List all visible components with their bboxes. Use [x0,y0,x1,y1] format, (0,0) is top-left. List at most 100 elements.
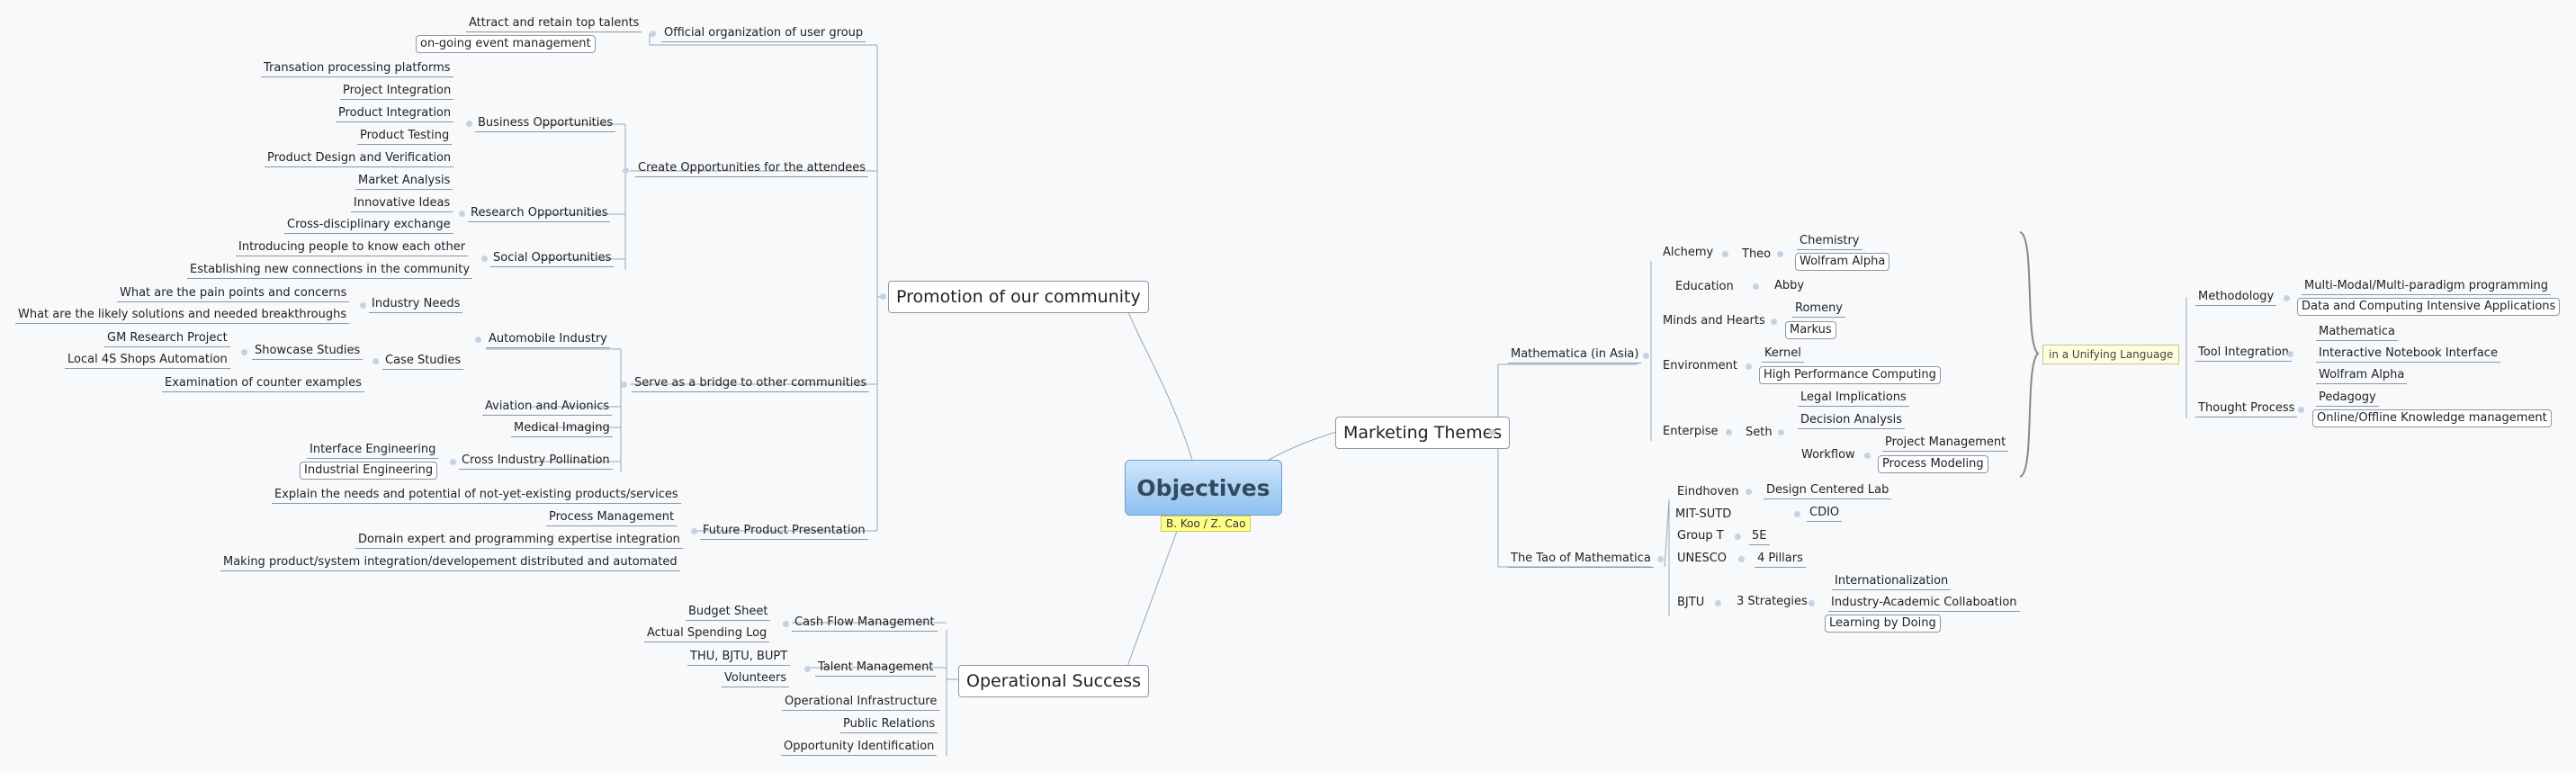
create-opportunities[interactable]: Create Opportunities for the attendees [635,161,869,177]
minds-item[interactable]: Romeny [1792,301,1845,318]
collapse-dot-icon[interactable] [1864,453,1871,459]
seth-item[interactable]: Legal Implications [1798,390,1909,407]
collapse-dot-icon[interactable] [459,211,465,217]
talent-management[interactable]: Talent Management [815,660,937,677]
mathematica-asia[interactable]: Mathematica (in Asia) [1508,347,1642,364]
showcase-studies[interactable]: Showcase Studies [252,344,364,360]
future-item[interactable]: Process Management [546,510,678,526]
cross-pollination[interactable]: Cross Industry Pollination [459,453,613,470]
tool-item[interactable]: Wolfram Alpha [2316,368,2408,384]
collapse-dot-icon[interactable] [1794,511,1800,517]
event-management[interactable]: on-going event management [416,35,596,53]
business-item[interactable]: Transation processing platforms [261,61,453,77]
medical-imaging[interactable]: Medical Imaging [511,421,613,437]
collapse-dot-icon[interactable] [1753,283,1759,290]
env-item[interactable]: Kernel [1762,346,1804,363]
collapse-dot-icon[interactable] [1657,556,1664,562]
talent-item[interactable]: Volunteers [722,671,790,687]
marketing-topic[interactable]: Marketing Themes [1335,417,1511,449]
group-t-value[interactable]: 5E [1749,529,1770,545]
collapse-dot-icon[interactable] [623,167,629,174]
collapse-dot-icon[interactable] [1777,251,1783,257]
collapse-dot-icon[interactable] [1809,600,1815,606]
collapse-dot-icon[interactable] [2298,407,2304,413]
workflow[interactable]: Workflow [1801,448,1855,462]
needs-item[interactable]: What are the pain points and concerns [117,286,350,302]
group-t[interactable]: Group T [1677,529,1724,543]
cross-item[interactable]: Interface Engineering [307,443,439,459]
operational-item[interactable]: Public Relations [840,717,938,733]
collapse-dot-icon[interactable] [1738,556,1745,562]
collapse-dot-icon[interactable] [466,121,472,127]
abby[interactable]: Abby [1774,279,1804,293]
environment[interactable]: Environment [1663,359,1737,373]
automobile-industry[interactable]: Automobile Industry [486,332,610,348]
theo-item[interactable]: Wolfram Alpha [1795,253,1890,271]
unifying-language-label[interactable]: in a Unifying Language [2042,345,2180,364]
collapse-dot-icon[interactable] [481,256,488,262]
three-strategies[interactable]: 3 Strategies [1737,595,1808,609]
mit-sutd[interactable]: MIT-SUTD [1675,507,1731,522]
education[interactable]: Education [1675,280,1734,294]
eindhoven-value[interactable]: Design Centered Lab [1764,483,1892,499]
mit-value[interactable]: CDIO [1807,506,1843,522]
minds-item[interactable]: Markus [1785,321,1836,339]
collapse-dot-icon[interactable] [880,293,886,300]
unesco[interactable]: UNESCO [1677,552,1727,566]
cash-flow[interactable]: Cash Flow Management [792,615,938,632]
tool-item[interactable]: Interactive Notebook Interface [2316,346,2500,363]
collapse-dot-icon[interactable] [783,621,789,627]
research-item[interactable]: Innovative Ideas [351,196,453,212]
cash-item[interactable]: Actual Spending Log [644,626,770,642]
collapse-dot-icon[interactable] [475,337,481,343]
method-item[interactable]: Data and Computing Intensive Application… [2297,298,2561,316]
collapse-dot-icon[interactable] [1778,429,1784,435]
research-opportunities[interactable]: Research Opportunities [468,206,611,222]
strategy-item[interactable]: Internationalization [1832,574,1952,590]
business-opportunities[interactable]: Business Opportunities [475,116,616,132]
promotion-topic[interactable]: Promotion of our community [888,281,1149,313]
collapse-dot-icon[interactable] [1643,353,1649,359]
collapse-dot-icon[interactable] [650,31,656,37]
seth[interactable]: Seth [1746,426,1773,440]
social-item[interactable]: Establishing new connections in the comm… [187,263,473,279]
strategy-item[interactable]: Industry-Academic Collaboation [1828,596,2020,612]
future-item[interactable]: Domain expert and programming expertise … [355,533,683,549]
env-item[interactable]: High Performance Computing [1759,366,1941,384]
operational-item[interactable]: Opportunity Identification [781,740,938,756]
thought-item[interactable]: Online/Offline Knowledge management [2312,409,2552,427]
research-item[interactable]: Cross-disciplinary exchange [284,218,453,234]
gm-research[interactable]: GM Research Project [104,331,230,347]
collapse-dot-icon[interactable] [1715,600,1721,606]
bridge-communities[interactable]: Serve as a bridge to other communities [632,376,870,392]
counter-examples[interactable]: Examination of counter examples [162,376,364,392]
collapse-dot-icon[interactable] [450,459,456,465]
collapse-dot-icon[interactable] [1746,364,1752,370]
operational-item[interactable]: Operational Infrastructure [782,695,940,711]
methodology[interactable]: Methodology [2195,290,2277,306]
future-product[interactable]: Future Product Presentation [700,524,868,540]
strategy-item[interactable]: Learning by Doing [1825,615,1941,633]
collapse-dot-icon[interactable] [691,528,697,534]
tao-mathematica[interactable]: The Tao of Mathematica [1508,552,1654,568]
collapse-dot-icon[interactable] [1771,319,1777,325]
social-item[interactable]: Introducing people to know each other [236,240,469,256]
theo[interactable]: Theo [1742,247,1771,262]
industry-needs[interactable]: Industry Needs [369,297,463,313]
enterprise[interactable]: Enterpise [1663,425,1719,439]
central-topic[interactable]: Objectives [1125,460,1282,516]
collapse-dot-icon[interactable] [2287,351,2293,357]
business-item[interactable]: Product Integration [336,106,454,122]
case-studies[interactable]: Case Studies [382,354,464,370]
collapse-dot-icon[interactable] [1726,429,1732,435]
thought-process[interactable]: Thought Process [2195,401,2298,417]
workflow-item[interactable]: Process Modeling [1878,455,1988,473]
cross-item[interactable]: Industrial Engineering [300,462,438,480]
business-item[interactable]: Market Analysis [355,174,453,190]
collapse-dot-icon[interactable] [1722,251,1728,257]
business-item[interactable]: Project Integration [340,84,454,100]
cash-item[interactable]: Budget Sheet [686,605,771,621]
collapse-dot-icon[interactable] [2284,295,2290,301]
collapse-dot-icon[interactable] [1489,429,1495,435]
aviation[interactable]: Aviation and Avionics [482,399,613,416]
